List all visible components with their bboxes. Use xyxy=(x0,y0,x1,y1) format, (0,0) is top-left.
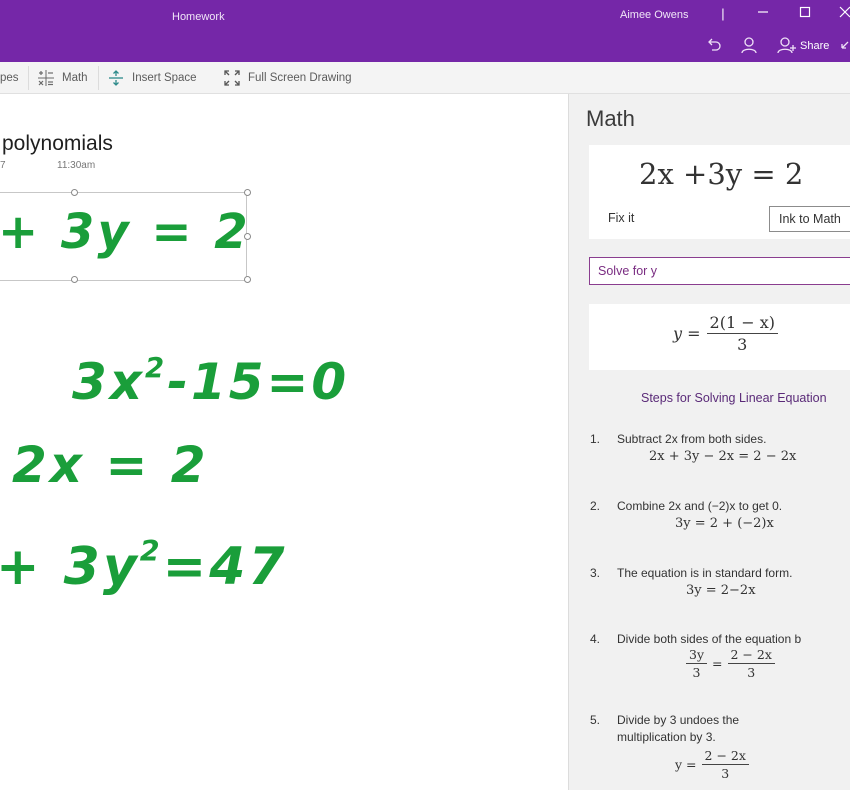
solution-lhs: y = xyxy=(673,324,701,343)
step-2-number: 2. xyxy=(590,499,601,513)
insert-space-button[interactable]: Insert Space xyxy=(106,62,197,94)
page-title[interactable]: polynomials xyxy=(2,132,113,156)
divider-icon: | xyxy=(721,6,725,21)
step-5-number: 5. xyxy=(590,713,601,727)
person-icon[interactable] xyxy=(738,36,760,56)
step-4-text: Divide both sides of the equation b xyxy=(617,632,802,646)
math-icon xyxy=(36,68,56,88)
shapes-label: pes xyxy=(0,72,19,84)
ink-equation-2[interactable]: 3x2-15=0 xyxy=(72,352,349,411)
draw-toolbar: pes Math Insert Space Full Screen Drawin… xyxy=(0,62,850,94)
insert-space-icon xyxy=(106,68,126,88)
step-4-lhs-numerator: 3y xyxy=(686,647,708,664)
ink-to-math-button[interactable]: Ink to Math xyxy=(769,206,850,232)
fix-it-link[interactable]: Fix it xyxy=(608,211,634,225)
resize-handle[interactable] xyxy=(71,189,78,196)
collapse-icon[interactable] xyxy=(840,36,850,56)
resize-handle[interactable] xyxy=(71,276,78,283)
note-page[interactable]: polynomials 7 11:30am + 3y = 2 3x2-15=0 … xyxy=(0,94,568,790)
solution-numerator: 2(1 − x) xyxy=(706,313,778,334)
toolbar-divider xyxy=(28,66,29,90)
ink-equation-4[interactable]: + 3y2=47 xyxy=(0,534,288,597)
step-3-number: 3. xyxy=(590,566,601,580)
recognized-equation-card: 2x +3y = 2 Fix it Ink to Math xyxy=(589,145,850,239)
step-5-text-line-1: Divide by 3 undoes the xyxy=(617,713,740,727)
minimize-icon[interactable] xyxy=(752,4,774,24)
steps-title[interactable]: Steps for Solving Linear Equation xyxy=(641,391,827,405)
step-5-lhs: y = xyxy=(675,757,697,772)
ink-equation-3[interactable]: 2x = 2 xyxy=(12,436,209,494)
app-title: Homework xyxy=(172,11,225,23)
step-4-lhs-denominator: 3 xyxy=(692,665,701,680)
share-person-icon[interactable] xyxy=(776,36,798,56)
full-screen-drawing-label: Full Screen Drawing xyxy=(248,72,352,84)
close-icon[interactable] xyxy=(834,4,850,24)
user-name[interactable]: Aimee Owens xyxy=(620,9,688,21)
math-label: Math xyxy=(62,72,88,84)
step-2-equation: 3y = 2 + (−2)x xyxy=(675,516,774,531)
share-button[interactable]: Share xyxy=(800,40,829,52)
math-button[interactable]: Math xyxy=(36,62,88,94)
solution-denominator: 3 xyxy=(737,335,748,354)
step-5-numerator: 2 − 2x xyxy=(701,748,749,765)
math-pane-title: Math xyxy=(586,106,635,131)
solution-card: y = 2(1 − x) 3 xyxy=(589,304,850,370)
recognized-equation: 2x +3y = 2 xyxy=(639,157,804,191)
step-4-equation: 3y 3 = 2 − 2x 3 xyxy=(686,647,775,680)
full-screen-icon xyxy=(222,68,242,88)
maximize-icon[interactable] xyxy=(794,4,816,24)
step-1-equation: 2x + 3y − 2x = 2 − 2x xyxy=(649,449,797,464)
step-5-equation: y = 2 − 2x 3 xyxy=(675,748,749,781)
step-3-equation: 3y = 2−2x xyxy=(686,583,756,598)
toolbar-divider xyxy=(98,66,99,90)
step-5-denominator: 3 xyxy=(721,766,730,781)
step-4-rhs-denominator: 3 xyxy=(747,665,756,680)
step-4-rhs-numerator: 2 − 2x xyxy=(727,647,775,664)
full-screen-drawing-button[interactable]: Full Screen Drawing xyxy=(222,62,352,94)
shapes-button[interactable]: pes xyxy=(0,62,19,94)
step-5-text-line-2: multiplication by 3. xyxy=(617,730,716,744)
resize-handle[interactable] xyxy=(244,276,251,283)
math-pane: Math 2x +3y = 2 Fix it Ink to Math Solve… xyxy=(568,94,850,790)
step-2-text: Combine 2x and (−2)x to get 0. xyxy=(617,499,783,513)
resize-handle[interactable] xyxy=(244,189,251,196)
title-bar: Homework Aimee Owens | Share xyxy=(0,0,850,62)
step-1-text: Subtract 2x from both sides. xyxy=(617,432,767,446)
ink-equation-1[interactable]: + 3y = 2 xyxy=(0,204,251,260)
solve-for-select[interactable]: Solve for y xyxy=(589,257,850,285)
page-time: 11:30am xyxy=(57,160,96,171)
step-4-number: 4. xyxy=(590,632,601,646)
undo-icon[interactable] xyxy=(703,36,725,56)
page-date: 7 xyxy=(0,160,6,171)
step-3-text: The equation is in standard form. xyxy=(617,566,793,580)
insert-space-label: Insert Space xyxy=(132,72,197,84)
step-1-number: 1. xyxy=(590,432,601,446)
